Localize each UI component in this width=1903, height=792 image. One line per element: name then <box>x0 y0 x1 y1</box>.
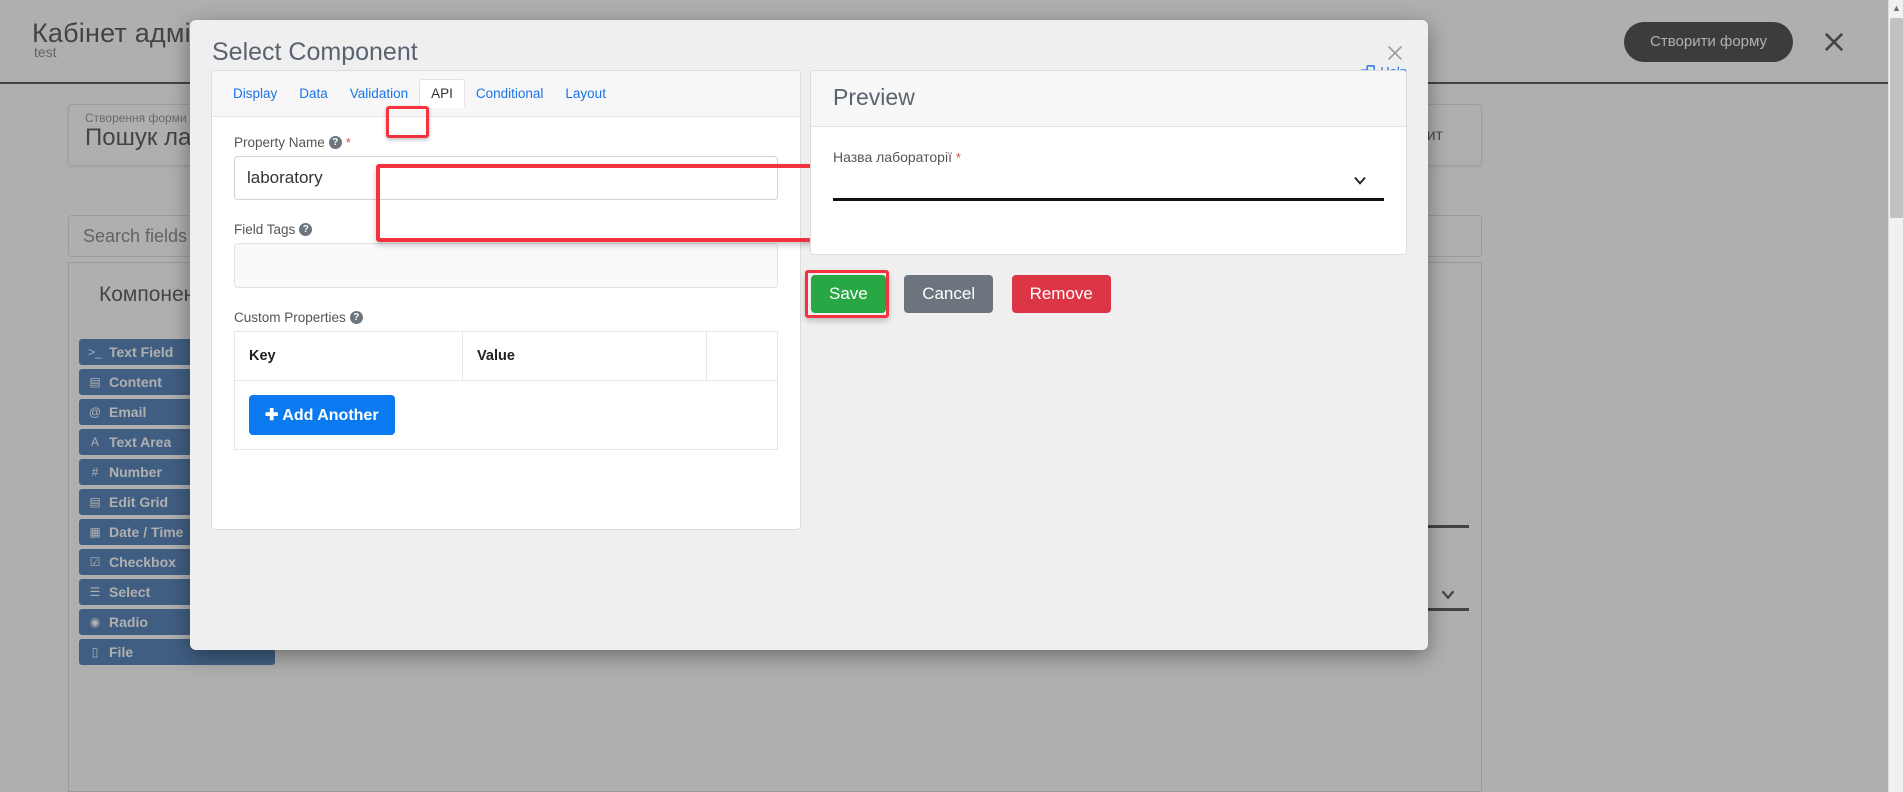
tab-display[interactable]: Display <box>222 80 288 107</box>
column-header-actions <box>706 331 778 381</box>
property-name-label: Property Name ? * <box>234 135 778 150</box>
page-scrollbar[interactable]: ▲ <box>1888 0 1903 792</box>
tab-validation[interactable]: Validation <box>339 80 419 107</box>
field-tags-input[interactable] <box>234 243 778 288</box>
modal-title: Select Component <box>212 38 418 66</box>
required-marker: * <box>345 135 351 150</box>
add-another-button[interactable]: ✚ Add Another <box>249 395 395 435</box>
scroll-up-arrow-icon[interactable]: ▲ <box>1889 0 1903 17</box>
custom-properties-table: Key Value ✚ Add Another <box>233 331 778 450</box>
preview-body: Назва лабораторії * <box>811 127 1406 201</box>
tab-data[interactable]: Data <box>288 80 339 107</box>
add-another-cell: ✚ Add Another <box>234 380 778 450</box>
settings-card-body: Property Name ? * Field Tags ? Custom Pr… <box>212 117 800 450</box>
table-header-row: Key Value <box>233 331 778 381</box>
cancel-button[interactable]: Cancel <box>904 275 994 313</box>
property-name-label-text: Property Name <box>234 135 325 150</box>
field-tags-label-text: Field Tags <box>234 222 296 237</box>
modal-actions: Save Cancel Remove <box>811 275 1125 313</box>
table-row-add: ✚ Add Another <box>234 380 778 450</box>
question-mark-icon[interactable]: ? <box>349 311 363 324</box>
custom-properties-label: Custom Properties ? <box>234 310 778 325</box>
question-mark-icon[interactable]: ? <box>299 223 313 236</box>
tab-layout[interactable]: Layout <box>554 80 617 107</box>
scrollbar-thumb[interactable] <box>1890 18 1903 218</box>
close-icon[interactable] <box>1384 42 1406 64</box>
tab-api[interactable]: API <box>419 79 465 108</box>
settings-tabs: Display Data Validation API Conditional Layou… <box>212 71 800 117</box>
preview-field-label: Назва лабораторії * <box>833 149 1384 165</box>
select-component-modal: Select Component Help DisplayDataValidat… <box>190 20 1428 650</box>
tab-conditional[interactable]: Conditional <box>465 80 555 107</box>
remove-button[interactable]: Remove <box>1011 275 1111 313</box>
question-mark-icon[interactable]: ? <box>328 136 342 149</box>
preview-title: Preview <box>811 71 1406 127</box>
save-button[interactable]: Save <box>811 275 886 313</box>
field-tags-label: Field Tags ? <box>234 222 778 237</box>
preview-select-input[interactable] <box>833 176 1384 201</box>
custom-properties-label-text: Custom Properties <box>234 310 346 325</box>
chevron-down-icon[interactable] <box>1350 170 1370 195</box>
plus-icon: ✚ <box>265 407 279 424</box>
add-another-label: Add Another <box>282 407 379 424</box>
component-settings-card: Display Data Validation API Conditional Layou… <box>211 70 801 530</box>
preview-card: Preview Назва лабораторії * <box>810 70 1407 255</box>
column-header-value: Value <box>462 331 708 381</box>
required-marker: * <box>955 150 961 165</box>
column-header-key: Key <box>233 331 464 381</box>
preview-field-label-text: Назва лабораторії <box>833 149 952 165</box>
property-name-input[interactable] <box>234 156 778 200</box>
